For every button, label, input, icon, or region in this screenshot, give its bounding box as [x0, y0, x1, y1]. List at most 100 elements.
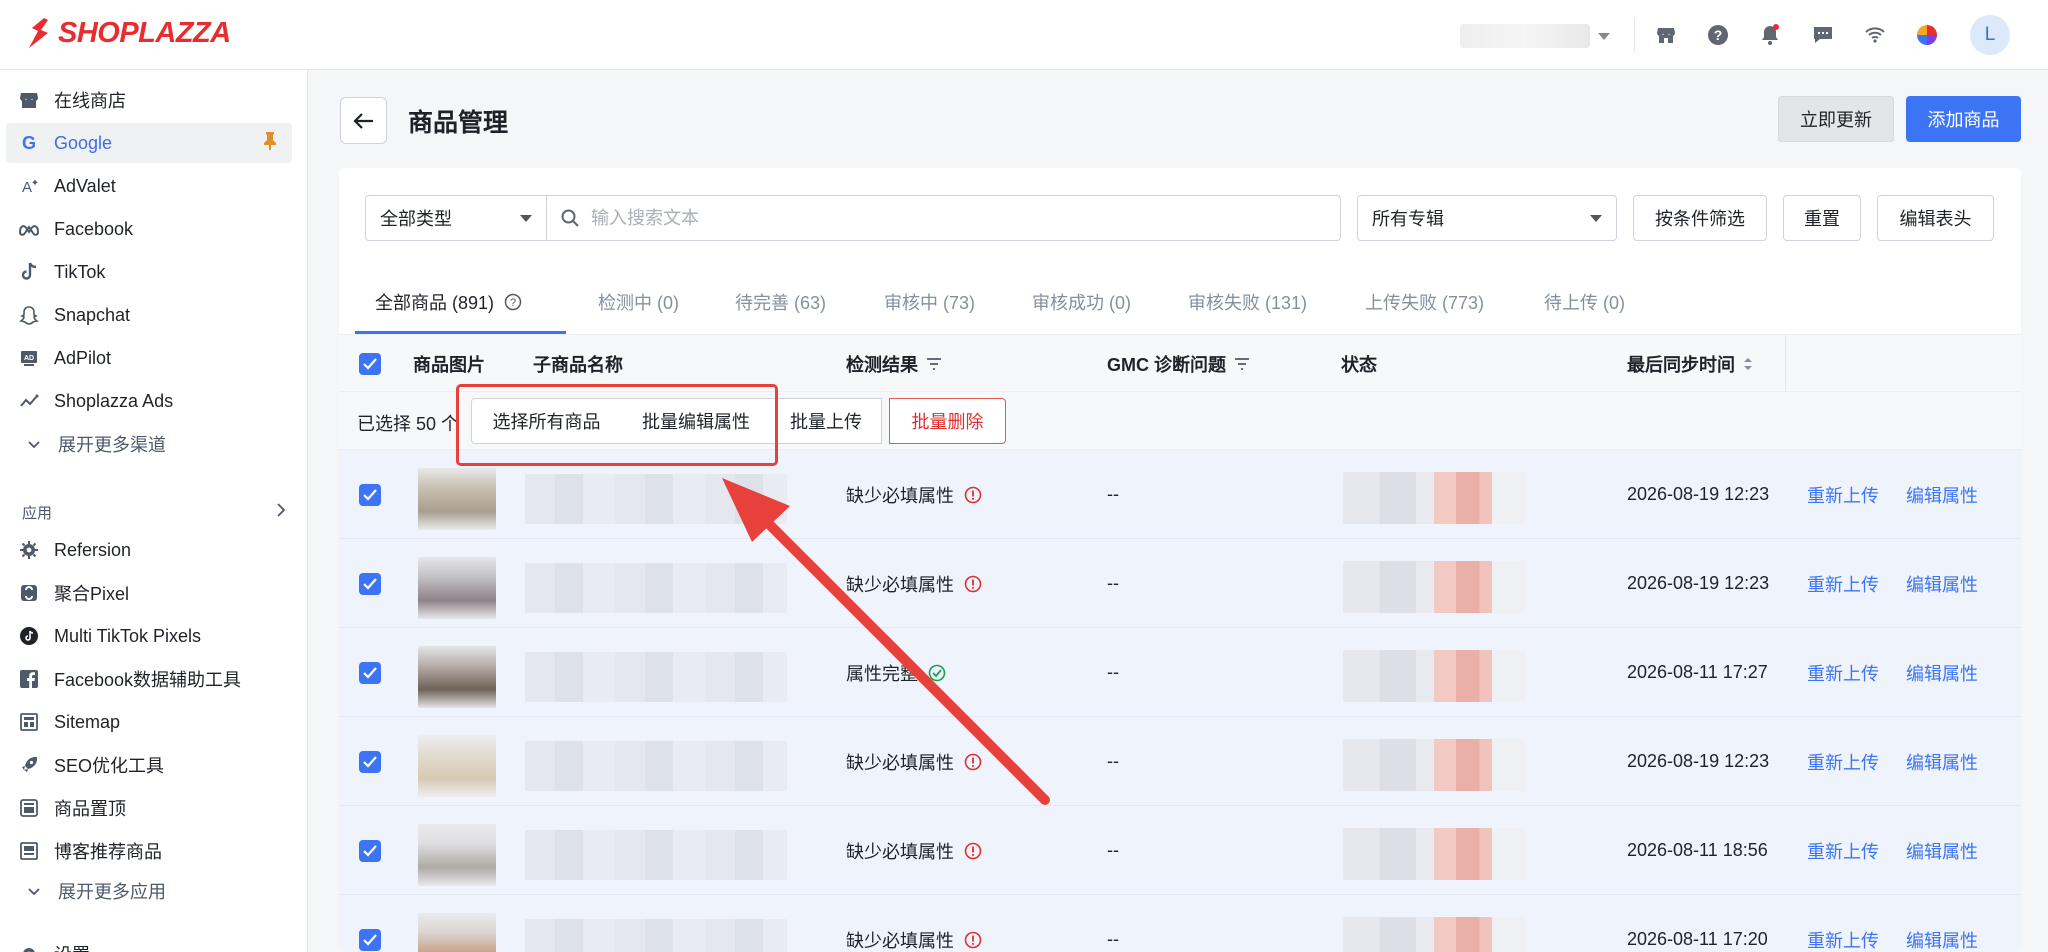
product-name-blurred[interactable]: [525, 830, 787, 880]
tab-reviewing[interactable]: 审核中 (73): [884, 270, 975, 334]
edit-attributes-link[interactable]: 编辑属性: [1906, 539, 1978, 628]
sidebar-item-online-store[interactable]: 在线商店: [6, 80, 292, 120]
select-all-products-button[interactable]: 选择所有商品: [471, 398, 622, 444]
tab-detecting[interactable]: 检测中 (0): [598, 270, 679, 334]
product-image-blurred[interactable]: [418, 735, 496, 797]
column-header-last-sync[interactable]: 最后同步时间: [1627, 335, 1753, 393]
reset-button[interactable]: 重置: [1783, 195, 1861, 241]
reupload-link[interactable]: 重新上传: [1807, 717, 1879, 806]
search-box[interactable]: [546, 195, 1341, 241]
table-row[interactable]: 缺少必填属性 -- 2026-08-19 12:23 重新上传 编辑属性: [339, 450, 2021, 539]
sidebar-item-product-pin[interactable]: 商品置顶: [6, 788, 292, 828]
row-checkbox[interactable]: [359, 806, 381, 895]
store-selector[interactable]: [1460, 22, 1620, 50]
checkbox-checked[interactable]: [359, 572, 381, 595]
chat-icon[interactable]: [1808, 20, 1838, 50]
column-header-gmc[interactable]: GMC 诊断问题: [1107, 335, 1250, 393]
edit-attributes-link[interactable]: 编辑属性: [1906, 628, 1978, 717]
collection-select[interactable]: 所有专辑: [1357, 195, 1617, 241]
edit-header-button[interactable]: 编辑表头: [1877, 195, 1994, 241]
checkbox-checked[interactable]: [359, 839, 381, 862]
checkbox-checked[interactable]: [359, 750, 381, 773]
reupload-link[interactable]: 重新上传: [1807, 539, 1879, 628]
sidebar-item-pixel[interactable]: 聚合Pixel: [6, 573, 292, 613]
type-select[interactable]: 全部类型: [365, 195, 547, 241]
edit-attributes-link[interactable]: 编辑属性: [1906, 717, 1978, 806]
add-product-button[interactable]: 添加商品: [1906, 96, 2021, 142]
reupload-link[interactable]: 重新上传: [1807, 450, 1879, 539]
wifi-icon[interactable]: [1860, 20, 1890, 50]
sidebar-item-sitemap[interactable]: Sitemap: [6, 702, 292, 742]
search-input[interactable]: [591, 207, 1291, 229]
batch-edit-attributes-button[interactable]: 批量编辑属性: [621, 398, 772, 444]
sidebar-item-google[interactable]: G Google: [6, 123, 292, 163]
product-name-blurred[interactable]: [525, 741, 787, 791]
select-all-checkbox[interactable]: [359, 335, 381, 393]
sidebar-item-seo-tool[interactable]: SEO优化工具: [6, 745, 292, 785]
table-row[interactable]: 属性完整 -- 2026-08-11 17:27 重新上传 编辑属性: [339, 628, 2021, 717]
bell-icon[interactable]: [1755, 20, 1785, 50]
sidebar-item-settings[interactable]: 设置: [6, 934, 292, 952]
sidebar-item-advalet[interactable]: A ✦ AdValet: [6, 166, 292, 206]
help-icon[interactable]: ?: [1703, 20, 1733, 50]
product-name-blurred[interactable]: [525, 563, 787, 613]
product-name-blurred[interactable]: [525, 919, 787, 952]
product-image-blurred[interactable]: [418, 646, 496, 708]
product-image-blurred[interactable]: [418, 557, 496, 619]
edit-attributes-link[interactable]: 编辑属性: [1906, 806, 1978, 895]
sidebar-item-blog-recommend[interactable]: 博客推荐商品: [6, 831, 292, 871]
row-checkbox[interactable]: [359, 628, 381, 717]
product-image-blurred[interactable]: [418, 468, 496, 530]
shoplazza-logo[interactable]: SHOPLAZZA: [26, 16, 231, 50]
reupload-link[interactable]: 重新上传: [1807, 806, 1879, 895]
product-name-blurred[interactable]: [525, 652, 787, 702]
table-row[interactable]: 缺少必填属性 -- 2026-08-19 12:23 重新上传 编辑属性: [339, 539, 2021, 628]
tab-all-products[interactable]: 全部商品 (891) ?: [375, 270, 522, 334]
checkbox-checked[interactable]: [359, 483, 381, 506]
sidebar-item-multi-tiktok-pixels[interactable]: Multi TikTok Pixels: [6, 616, 292, 656]
apps-section-header[interactable]: 应用: [22, 494, 286, 530]
edit-attributes-link[interactable]: 编辑属性: [1906, 895, 1978, 952]
sidebar-item-tiktok[interactable]: TikTok: [6, 252, 292, 292]
sidebar-item-adpilot[interactable]: AD AdPilot: [6, 338, 292, 378]
checkbox-checked[interactable]: [359, 353, 381, 375]
store-icon[interactable]: [1651, 20, 1681, 50]
table-row[interactable]: 缺少必填属性 -- 2026-08-11 17:20 重新上传 编辑属性: [339, 895, 2021, 952]
checkbox-checked[interactable]: [359, 928, 381, 951]
row-checkbox[interactable]: [359, 539, 381, 628]
update-now-button[interactable]: 立即更新: [1778, 96, 1894, 142]
tab-pending-upload[interactable]: 待上传 (0): [1544, 270, 1625, 334]
pin-icon[interactable]: [262, 131, 278, 156]
row-checkbox[interactable]: [359, 450, 381, 539]
color-wheel-icon[interactable]: [1912, 20, 1942, 50]
sort-icon[interactable]: [1743, 357, 1753, 371]
table-row[interactable]: 缺少必填属性 -- 2026-08-19 12:23 重新上传 编辑属性: [339, 717, 2021, 806]
user-avatar[interactable]: L: [1970, 15, 2010, 55]
sidebar-item-snapchat[interactable]: Snapchat: [6, 295, 292, 335]
table-row[interactable]: 缺少必填属性 -- 2026-08-11 18:56 重新上传 编辑属性: [339, 806, 2021, 895]
expand-more-apps[interactable]: 展开更多应用: [6, 873, 292, 909]
sidebar-item-facebook-data-tool[interactable]: Facebook数据辅助工具: [6, 659, 292, 699]
back-button[interactable]: [340, 97, 387, 144]
checkbox-checked[interactable]: [359, 661, 381, 684]
sidebar-item-refersion[interactable]: Refersion: [6, 530, 292, 570]
tab-upload-failed[interactable]: 上传失败 (773): [1365, 270, 1484, 334]
tab-to-improve[interactable]: 待完善 (63): [735, 270, 826, 334]
batch-delete-button[interactable]: 批量删除: [889, 398, 1006, 444]
sidebar-item-facebook[interactable]: Facebook: [6, 209, 292, 249]
column-header-result[interactable]: 检测结果: [846, 335, 942, 393]
reupload-link[interactable]: 重新上传: [1807, 628, 1879, 717]
batch-upload-button[interactable]: 批量上传: [771, 398, 882, 444]
edit-attributes-link[interactable]: 编辑属性: [1906, 450, 1978, 539]
product-image-blurred[interactable]: [418, 824, 496, 886]
reupload-link[interactable]: 重新上传: [1807, 895, 1879, 952]
product-name-blurred[interactable]: [525, 474, 787, 524]
product-image-blurred[interactable]: [418, 913, 496, 952]
tab-review-success[interactable]: 审核成功 (0): [1032, 270, 1131, 334]
filter-icon[interactable]: [1234, 357, 1250, 371]
filter-icon[interactable]: [926, 357, 942, 371]
row-checkbox[interactable]: [359, 895, 381, 952]
row-checkbox[interactable]: [359, 717, 381, 806]
expand-more-channels[interactable]: 展开更多渠道: [6, 426, 292, 462]
sidebar-item-shoplazza-ads[interactable]: Shoplazza Ads: [6, 381, 292, 421]
